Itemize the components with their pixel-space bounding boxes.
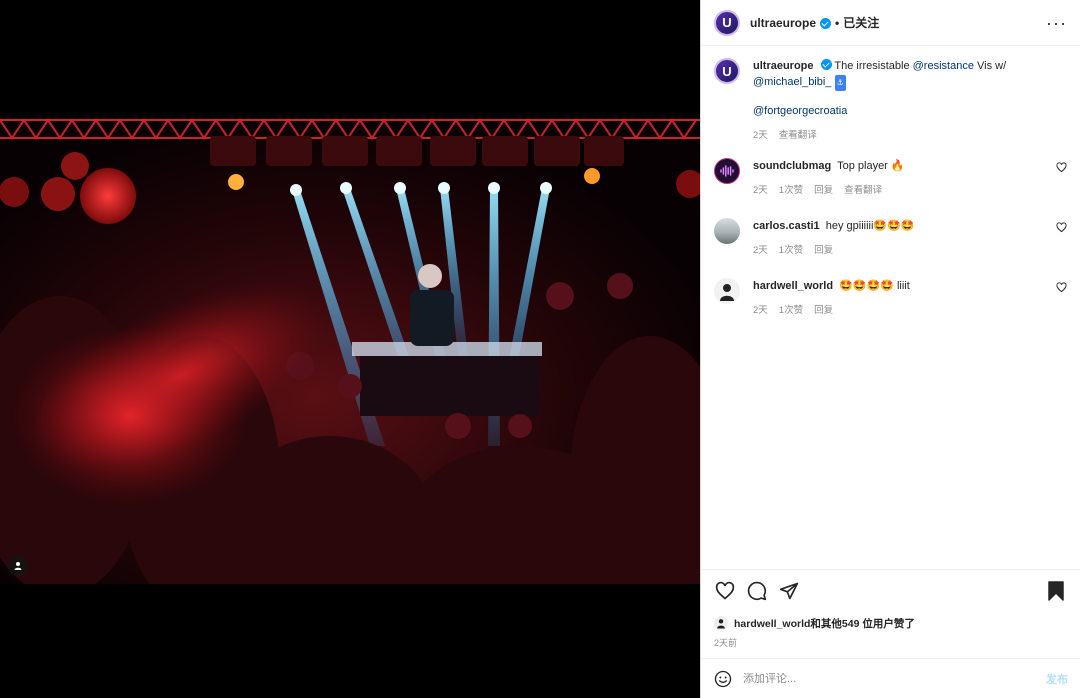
soundwave-icon: [720, 165, 734, 177]
comment-item: hardwell_world 🤩🤩🤩🤩 liiit 2天 1次赞 回复: [714, 278, 1067, 316]
share-icon: [779, 582, 799, 600]
emoji-icon: [714, 670, 732, 687]
reply-button[interactable]: 回复: [814, 302, 833, 316]
post-side-panel: U ultraeurope • 已关注 ··· U ultraeurope Th…: [700, 0, 1080, 698]
comment-composer: 发布: [701, 658, 1080, 698]
post-timestamp: 2天前: [714, 638, 738, 648]
caption-time: 2天: [753, 130, 768, 141]
instagram-post-dialog: U ultraeurope • 已关注 ··· U ultraeurope Th…: [0, 0, 1080, 698]
comment-likes[interactable]: 1次赞: [779, 302, 803, 316]
avatar-letter: U: [722, 15, 732, 30]
person-icon: [14, 562, 22, 570]
verified-badge-icon: [820, 18, 832, 29]
verified-badge-icon: [820, 59, 832, 70]
header-separator: •: [835, 15, 840, 30]
commenter-avatar[interactable]: [714, 158, 740, 184]
comment-item: soundclubmag Top player 🔥 2天 1次赞 回复 查看翻译: [714, 158, 1067, 196]
bookmark-icon: [1048, 581, 1064, 601]
reply-button[interactable]: 回复: [814, 182, 833, 196]
emoji-button[interactable]: [713, 669, 733, 689]
commenter-avatar[interactable]: [714, 218, 740, 244]
caption-text: The irresistable: [834, 60, 910, 72]
more-options-icon[interactable]: ···: [1046, 14, 1067, 32]
caption-avatar[interactable]: U: [714, 58, 740, 84]
comment-time: 2天: [753, 245, 768, 256]
like-button[interactable]: [713, 579, 737, 603]
mention-link[interactable]: @michael_bibi_: [753, 76, 831, 88]
see-translation-link[interactable]: 查看翻译: [779, 127, 817, 141]
media-panel: [0, 0, 700, 698]
reply-button[interactable]: 回复: [814, 242, 833, 256]
share-button[interactable]: [777, 579, 801, 603]
face-portrait-icon: [720, 284, 734, 301]
comment-button[interactable]: [745, 579, 769, 603]
post-header: U ultraeurope • 已关注 ···: [701, 0, 1080, 46]
comment-username[interactable]: soundclubmag: [753, 160, 831, 172]
mention-link[interactable]: @fortgeorgecroatia: [753, 105, 847, 117]
anchor-emoji: ⚓: [834, 75, 846, 91]
post-comment-button[interactable]: 发布: [1046, 671, 1068, 687]
save-button[interactable]: [1044, 579, 1068, 603]
comment-icon: [747, 581, 767, 601]
comment-text: Top player 🔥: [837, 160, 905, 172]
comment-likes[interactable]: 1次赞: [779, 242, 803, 256]
comment-text: hey gpiiiiii🤩🤩🤩: [825, 220, 915, 232]
tagged-people-button[interactable]: [8, 556, 28, 576]
comment-username[interactable]: hardwell_world: [753, 280, 833, 292]
face-portrait-icon: [717, 619, 725, 629]
post-photo[interactable]: [0, 116, 700, 584]
author-avatar[interactable]: U: [714, 9, 740, 36]
comment-like-heart-icon[interactable]: [1056, 282, 1067, 293]
comment-input[interactable]: [743, 672, 1046, 685]
post-actions-bar: [701, 569, 1080, 612]
comment-item: carlos.casti1 hey gpiiiiii🤩🤩🤩 2天 1次赞 回复: [714, 218, 1067, 256]
comment-time: 2天: [753, 185, 768, 196]
likes-text[interactable]: hardwell_world和其他549 位用户赞了: [734, 616, 915, 631]
post-caption: U ultraeurope The irresistable @resistan…: [714, 58, 1067, 141]
comment-time: 2天: [753, 305, 768, 316]
see-translation-link[interactable]: 查看翻译: [844, 182, 882, 196]
heart-icon: [715, 581, 735, 600]
comment-like-heart-icon[interactable]: [1056, 222, 1067, 233]
commenter-avatar[interactable]: [714, 278, 740, 304]
author-username[interactable]: ultraeurope: [750, 16, 816, 30]
likes-summary[interactable]: hardwell_world和其他549 位用户赞了: [701, 612, 1080, 634]
liker-avatar: [714, 616, 728, 630]
avatar-letter: U: [722, 63, 732, 79]
comment-text: 🤩🤩🤩🤩 liiit: [839, 280, 910, 292]
comment-username[interactable]: carlos.casti1: [753, 220, 820, 232]
following-button[interactable]: 已关注: [843, 14, 879, 31]
comment-like-heart-icon[interactable]: [1056, 162, 1067, 173]
mention-link[interactable]: @resistance: [913, 60, 974, 72]
caption-text: Vis w/: [977, 60, 1007, 72]
comments-scroll-area[interactable]: U ultraeurope The irresistable @resistan…: [701, 46, 1080, 569]
comment-likes[interactable]: 1次赞: [779, 182, 803, 196]
caption-username[interactable]: ultraeurope: [753, 60, 814, 72]
